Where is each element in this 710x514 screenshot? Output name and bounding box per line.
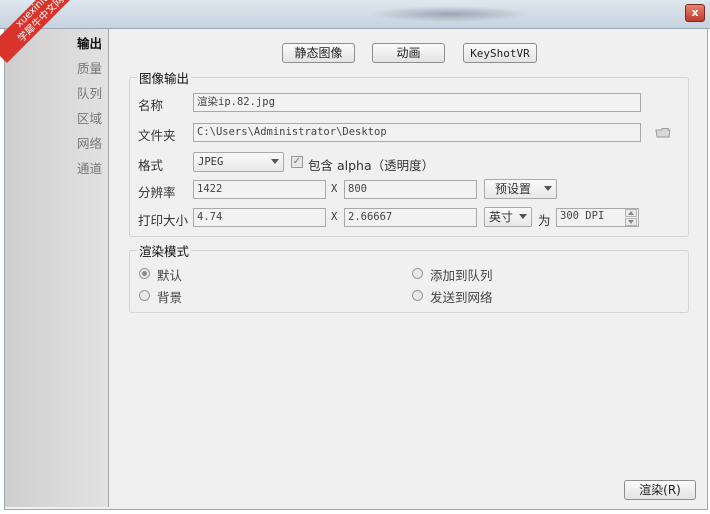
chevron-down-icon [544,186,552,191]
print-height-field[interactable]: 2.66667 [344,208,477,227]
unit-select[interactable]: 英寸 [484,207,532,227]
resolution-label: 分辨率 [138,185,176,200]
render-mode-network-label: 发送到网络 [430,290,493,305]
keyshotvr-button[interactable]: KeyShotVR [463,43,537,63]
chevron-down-icon[interactable] [625,218,637,226]
preset-select[interactable]: 预设置 [484,179,557,199]
name-label: 名称 [138,98,164,113]
image-output-title: 图像输出 [137,68,192,87]
sidebar-item-channels[interactable]: 通道 [77,158,102,177]
sidebar: 输出 质量 队列 区域 网络 通道 [5,29,109,507]
name-field[interactable]: 渲染ip.82.jpg [193,93,641,112]
sidebar-item-region[interactable]: 区域 [77,108,102,127]
folder-label: 文件夹 [138,128,176,143]
dpi-value: 300 DPI [560,210,605,222]
print-x-separator: X [331,211,338,223]
render-mode-background-label: 背景 [157,290,183,305]
animation-button[interactable]: 动画 [372,43,445,63]
render-mode-default-radio[interactable] [139,268,150,279]
chevron-down-icon [271,159,279,164]
format-select-value: JPEG [198,156,224,168]
alpha-checkbox[interactable]: ✓ [291,156,303,168]
folder-icon[interactable] [655,127,671,138]
sidebar-item-queue[interactable]: 队列 [77,83,102,102]
render-button[interactable]: 渲染(R) [624,480,696,500]
resolution-width-field[interactable]: 1422 [193,180,326,199]
print-width-field[interactable]: 4.74 [193,208,326,227]
render-mode-queue-radio[interactable] [412,268,423,279]
preset-select-label: 预设置 [495,182,532,196]
render-mode-group [129,250,689,313]
folder-field[interactable]: C:\Users\Administrator\Desktop [193,123,641,142]
print-size-label: 打印大小 [138,213,189,228]
alpha-label: 包含 alpha（透明度） [308,158,435,173]
close-icon: x [691,6,699,19]
format-select[interactable]: JPEG [193,152,284,172]
sidebar-item-output[interactable]: 输出 [77,33,102,52]
dpi-stepper[interactable]: 300 DPI [556,208,639,227]
still-image-button[interactable]: 静态图像 [282,43,355,63]
title-bar: x [0,0,710,29]
watermark-ribbon: xuexiniu 学犀牛中文网 [0,0,80,70]
render-mode-title: 渲染模式 [137,241,192,260]
chevron-down-icon [519,214,527,219]
render-mode-network-radio[interactable] [412,290,423,301]
for-label: 为 [538,213,551,228]
resolution-height-field[interactable]: 800 [344,180,477,199]
title-bar-decoration [370,6,530,22]
close-button[interactable]: x [685,4,705,22]
render-dialog: 输出 质量 队列 区域 网络 通道 静态图像 动画 KeyShotVR 图像输出… [4,28,708,510]
render-mode-queue-label: 添加到队列 [430,268,493,283]
render-mode-default-label: 默认 [157,268,183,283]
sidebar-item-quality[interactable]: 质量 [77,58,102,77]
sidebar-item-network[interactable]: 网络 [77,133,102,152]
format-label: 格式 [138,158,164,173]
resolution-x-separator: X [331,183,338,195]
unit-select-value: 英寸 [489,210,514,224]
render-mode-background-radio[interactable] [139,290,150,301]
chevron-up-icon[interactable] [625,209,637,217]
